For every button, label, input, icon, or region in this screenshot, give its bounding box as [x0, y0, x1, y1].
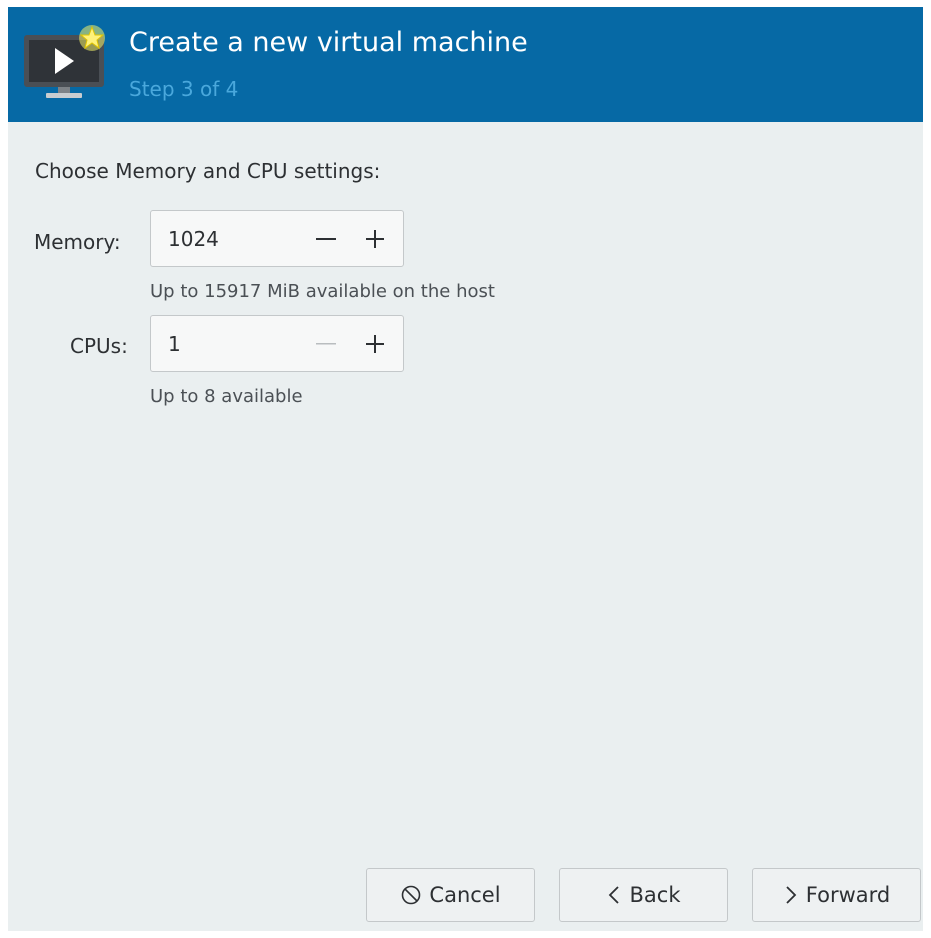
chevron-right-icon [783, 884, 799, 906]
step-indicator: Step 3 of 4 [129, 77, 239, 101]
section-heading: Choose Memory and CPU settings: [35, 159, 381, 183]
cpus-label: CPUs: [70, 334, 128, 358]
memory-label: Memory: [34, 230, 121, 254]
plus-icon [366, 335, 384, 353]
cpus-spinbox[interactable]: 1 [150, 315, 404, 372]
cpus-availability-hint: Up to 8 available [150, 386, 303, 407]
cancel-circle-slash-icon [400, 884, 422, 906]
new-vm-dialog: Create a new virtual machine Step 3 of 4… [8, 7, 923, 931]
minus-icon [316, 343, 336, 345]
chevron-left-icon [607, 884, 623, 906]
memory-increment-button[interactable] [358, 221, 392, 257]
cancel-button[interactable]: Cancel [366, 868, 535, 922]
plus-icon [366, 230, 384, 248]
memory-spinbox[interactable]: 1024 [150, 210, 404, 267]
memory-availability-hint: Up to 15917 MiB available on the host [150, 281, 495, 302]
minus-icon [316, 238, 336, 240]
dialog-title: Create a new virtual machine [129, 27, 528, 58]
cancel-button-label: Cancel [429, 883, 501, 907]
cpus-decrement-button [309, 326, 343, 362]
forward-button[interactable]: Forward [752, 868, 921, 922]
back-button-label: Back [629, 883, 681, 907]
cpus-value[interactable]: 1 [168, 332, 181, 356]
dialog-header: Create a new virtual machine Step 3 of 4 [8, 7, 923, 122]
memory-value[interactable]: 1024 [168, 227, 219, 251]
memory-decrement-button[interactable] [309, 221, 343, 257]
forward-button-label: Forward [805, 883, 891, 907]
cpus-increment-button[interactable] [358, 326, 392, 362]
new-vm-monitor-icon [24, 25, 105, 98]
back-button[interactable]: Back [559, 868, 728, 922]
